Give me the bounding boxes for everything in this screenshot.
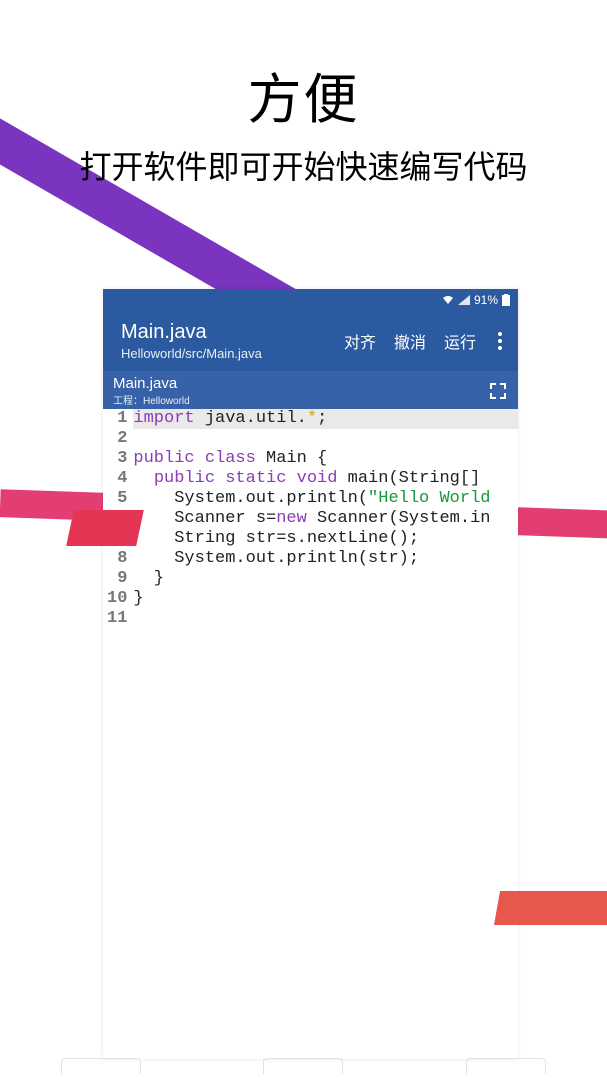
code-line[interactable]: public class Main { [133, 449, 518, 469]
decorative-block-red-right [494, 891, 607, 925]
line-number: 2 [107, 429, 127, 449]
undo-button[interactable]: 撤消 [394, 329, 426, 353]
line-number: 4 [107, 469, 127, 489]
line-number: 1 [107, 409, 127, 429]
tab-bar: Main.java 工程：Helloworld [103, 371, 518, 409]
run-button[interactable]: 运行 [444, 329, 476, 353]
line-number-gutter: 1234567891011 [103, 409, 133, 1059]
code-line[interactable]: public static void main(String[] [133, 469, 518, 489]
code-line[interactable]: System.out.println("Hello World [133, 489, 518, 509]
decorative-block-red-left [66, 510, 144, 546]
line-number: 11 [107, 609, 127, 629]
headline-subtitle: 打开软件即可开始快速编写代码 [0, 142, 607, 188]
code-line[interactable]: System.out.println(str); [133, 549, 518, 569]
signal-icon [458, 295, 470, 305]
code-line[interactable]: String str=s.nextLine(); [133, 529, 518, 549]
battery-percent: 91% [474, 293, 498, 307]
more-menu-icon[interactable] [494, 332, 506, 350]
tab-project-label: 工程：Helloworld [113, 392, 190, 407]
promo-headline: 方便 打开软件即可开始快速编写代码 [0, 55, 607, 188]
fullscreen-icon[interactable] [488, 381, 508, 401]
code-line[interactable] [133, 429, 518, 449]
app-bar: Main.java Helloworld/src/Main.java 对齐 撤消… [103, 311, 518, 371]
app-screenshot-frame: 91% Main.java Helloworld/src/Main.java 对… [103, 289, 518, 1059]
status-bar: 91% [103, 289, 518, 311]
code-line[interactable] [133, 609, 518, 629]
nav-home-outline [263, 1058, 343, 1074]
headline-title: 方便 [0, 55, 607, 134]
system-nav-hint [0, 1058, 607, 1074]
code-line[interactable]: } [133, 589, 518, 609]
appbar-title: Main.java [121, 321, 344, 344]
appbar-subtitle: Helloworld/src/Main.java [121, 346, 344, 361]
nav-back-outline [61, 1058, 141, 1074]
code-editor[interactable]: 1234567891011 import java.util.*;public … [103, 409, 518, 1059]
align-button[interactable]: 对齐 [344, 329, 376, 353]
line-number: 8 [107, 549, 127, 569]
battery-icon [502, 294, 510, 306]
line-number: 10 [107, 589, 127, 609]
wifi-icon [442, 295, 454, 305]
line-number: 3 [107, 449, 127, 469]
line-number: 9 [107, 569, 127, 589]
code-content[interactable]: import java.util.*; public class Main { p… [133, 409, 518, 1059]
nav-recent-outline [466, 1058, 546, 1074]
code-line[interactable]: import java.util.*; [133, 409, 518, 429]
tab-filename[interactable]: Main.java [113, 375, 190, 392]
line-number: 5 [107, 489, 127, 509]
code-line[interactable]: } [133, 569, 518, 589]
code-line[interactable]: Scanner s=new Scanner(System.in [133, 509, 518, 529]
